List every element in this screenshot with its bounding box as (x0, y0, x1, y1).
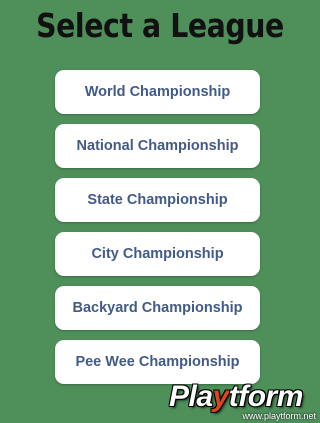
pee-wee-championship-button[interactable]: Pee Wee Championship (55, 340, 260, 384)
playtform-logo: Playtform (169, 380, 303, 413)
national-championship-button[interactable]: National Championship (55, 124, 260, 168)
city-championship-button[interactable]: City Championship (55, 232, 260, 276)
playtform-watermark: Playtform www.playtform.net (165, 382, 320, 423)
world-championship-button[interactable]: World Championship (55, 70, 260, 114)
watermark-url: www.playtform.net (242, 411, 316, 421)
backyard-championship-button[interactable]: Backyard Championship (55, 286, 260, 330)
state-championship-button[interactable]: State Championship (55, 178, 260, 222)
league-list: World Championship National Championship… (55, 70, 260, 394)
page-title: Select a League (36, 6, 284, 45)
